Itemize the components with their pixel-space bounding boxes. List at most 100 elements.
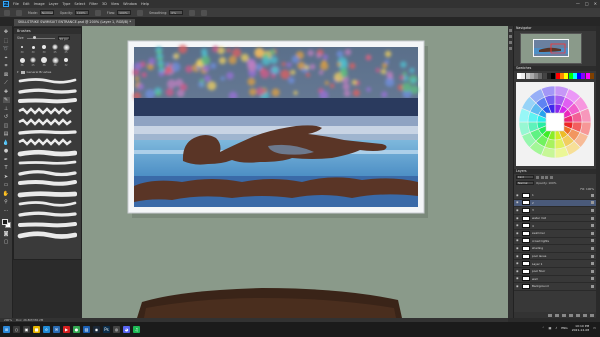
brush-stroke-preview[interactable] xyxy=(17,148,78,157)
more-tools-icon[interactable]: ⋯ xyxy=(3,208,10,214)
brush-stroke-preview[interactable] xyxy=(17,107,78,116)
smoothing-field[interactable]: 0% xyxy=(169,10,184,15)
layer-row[interactable]: ◉ 1 xyxy=(514,192,597,200)
new-adjustment-icon[interactable] xyxy=(569,313,573,317)
discord-icon[interactable]: ◕ xyxy=(123,326,130,333)
notifications-icon[interactable]: ▭ xyxy=(593,326,596,330)
layer-row[interactable]: ◉ pool floor xyxy=(514,268,597,276)
crop-tool-icon[interactable]: ⌗ xyxy=(3,63,10,69)
brush-size-field[interactable]: 50 px xyxy=(57,36,70,41)
blur-tool-icon[interactable]: 💧 xyxy=(3,140,10,146)
brush-stroke-preview[interactable] xyxy=(17,86,78,95)
symmetry-icon[interactable] xyxy=(201,9,208,16)
edge-icon[interactable]: e xyxy=(43,326,50,333)
brush-stroke-preview[interactable] xyxy=(17,97,78,106)
layer-row[interactable]: ◉ shading xyxy=(514,245,597,253)
document-tab[interactable]: SKILLSTRIKE SWIMSUIT ENTRANCE.psd @ 200%… xyxy=(14,19,136,26)
history-panel-icon[interactable] xyxy=(509,29,512,32)
spotify-icon[interactable]: ♫ xyxy=(133,326,140,333)
menu-image[interactable]: Image xyxy=(34,2,45,6)
marquee-tool-icon[interactable]: ⬚ xyxy=(3,38,10,44)
smoothing-settings-icon[interactable] xyxy=(189,9,196,16)
eraser-tool-icon[interactable]: ◫ xyxy=(3,123,10,129)
artwork-canvas[interactable] xyxy=(82,26,508,318)
volume-icon[interactable]: ♪ xyxy=(555,326,557,330)
close-button[interactable]: ✕ xyxy=(594,1,597,6)
canvas-workspace[interactable] xyxy=(82,26,508,318)
brush-tool-icon[interactable] xyxy=(4,9,10,16)
layer-row[interactable]: ◉ Background xyxy=(514,283,597,291)
layer-row[interactable]: ◉ crowd lights xyxy=(514,238,597,246)
menu-type[interactable]: Type xyxy=(62,2,70,6)
menu-edit[interactable]: Edit xyxy=(23,2,30,6)
start-icon[interactable]: ⊞ xyxy=(3,326,10,333)
brush-stroke-preview[interactable] xyxy=(17,158,78,167)
layer-row[interactable]: ◉ pool lanes xyxy=(514,253,597,261)
visibility-eye-icon[interactable]: ◉ xyxy=(516,224,520,227)
opacity-field[interactable]: 100% xyxy=(74,10,89,15)
navigator-preview[interactable] xyxy=(520,33,582,64)
visibility-eye-icon[interactable]: ◉ xyxy=(516,208,520,212)
layer-row[interactable]: ◉ water mid xyxy=(514,215,597,223)
task-view-icon[interactable]: ▣ xyxy=(23,326,30,333)
zoom-tool-icon[interactable]: ⚲ xyxy=(3,199,10,205)
hand-tool-icon[interactable]: ✋ xyxy=(3,191,10,197)
move-tool-icon[interactable]: ✥ xyxy=(3,29,10,35)
chrome-icon[interactable]: ● xyxy=(73,326,80,333)
brush-stroke-preview[interactable] xyxy=(17,189,78,198)
adjustments-panel-icon[interactable] xyxy=(509,41,512,44)
brush-stroke-preview[interactable] xyxy=(17,220,78,229)
maximize-button[interactable]: □ xyxy=(585,1,589,6)
photoshop-icon[interactable]: Ps xyxy=(103,326,110,333)
clone-stamp-tool-icon[interactable]: ⊥ xyxy=(3,106,10,112)
steam-icon[interactable]: ◉ xyxy=(93,326,100,333)
brush-stroke-preview[interactable] xyxy=(17,127,78,136)
obs-icon[interactable]: ◎ xyxy=(113,326,120,333)
brush-preset[interactable]: 36 xyxy=(40,56,48,67)
pen-tool-icon[interactable]: ✒ xyxy=(3,157,10,163)
menu-filter[interactable]: Filter xyxy=(89,2,98,6)
visibility-eye-icon[interactable]: ◉ xyxy=(516,216,520,220)
delete-layer-icon[interactable] xyxy=(590,313,594,317)
layer-row[interactable]: ◉ 3 xyxy=(514,207,597,215)
brush-preset[interactable]: 25 xyxy=(29,56,37,67)
menu-help[interactable]: Help xyxy=(141,2,149,6)
network-icon[interactable]: ▦ xyxy=(548,326,551,330)
foreground-color-swatch[interactable] xyxy=(1,219,8,225)
tray-chevron-icon[interactable]: ⌃ xyxy=(542,326,545,330)
new-group-icon[interactable] xyxy=(576,313,580,317)
mail-icon[interactable]: ✉ xyxy=(53,326,60,333)
brush-preset[interactable]: 36 xyxy=(18,56,26,67)
visibility-eye-icon[interactable]: ◉ xyxy=(516,231,520,235)
eyedropper-tool-icon[interactable]: ⟋ xyxy=(3,80,10,86)
brush-preset[interactable]: 36 xyxy=(51,56,59,67)
dodge-tool-icon[interactable]: ● xyxy=(3,148,10,154)
visibility-eye-icon[interactable]: ◉ xyxy=(516,246,520,250)
brush-folder-row[interactable]: ▾ General Brushes xyxy=(14,68,81,76)
youtube-icon[interactable]: ▶ xyxy=(63,326,70,333)
brush-preset[interactable]: 25 xyxy=(51,43,59,54)
visibility-eye-icon[interactable]: ◉ xyxy=(516,269,520,273)
layer-fill-field[interactable]: Fill: 100% xyxy=(580,187,594,191)
brush-preset[interactable]: 25 xyxy=(62,43,70,54)
visibility-eye-icon[interactable]: ◉ xyxy=(516,277,520,280)
add-mask-icon[interactable] xyxy=(562,313,566,317)
visibility-eye-icon[interactable]: ◉ xyxy=(516,193,520,197)
mode-dropdown[interactable]: Normal xyxy=(39,10,54,15)
color-swatches[interactable] xyxy=(1,219,11,228)
photos-icon[interactable]: ▧ xyxy=(83,326,90,333)
rectangle-tool-icon[interactable]: ▭ xyxy=(3,182,10,188)
brush-preset[interactable]: 32 xyxy=(62,56,70,67)
quick-select-tool-icon[interactable]: ⌖ xyxy=(3,55,10,61)
swatch-grid[interactable] xyxy=(514,71,596,81)
quick-mask-icon[interactable]: ◙ xyxy=(3,231,10,237)
history-brush-tool-icon[interactable]: ↺ xyxy=(3,114,10,120)
brush-stroke-preview[interactable] xyxy=(17,200,78,209)
airbrush-icon[interactable] xyxy=(137,9,144,16)
brush-stroke-preview[interactable] xyxy=(17,179,78,188)
brush-stroke-preview[interactable] xyxy=(17,210,78,219)
layer-row[interactable]: ◉ Layer 1 xyxy=(514,260,597,268)
adjustment-filter-icon[interactable] xyxy=(540,175,544,179)
lasso-tool-icon[interactable]: ➰ xyxy=(3,46,10,52)
menu-select[interactable]: Select xyxy=(74,2,85,6)
